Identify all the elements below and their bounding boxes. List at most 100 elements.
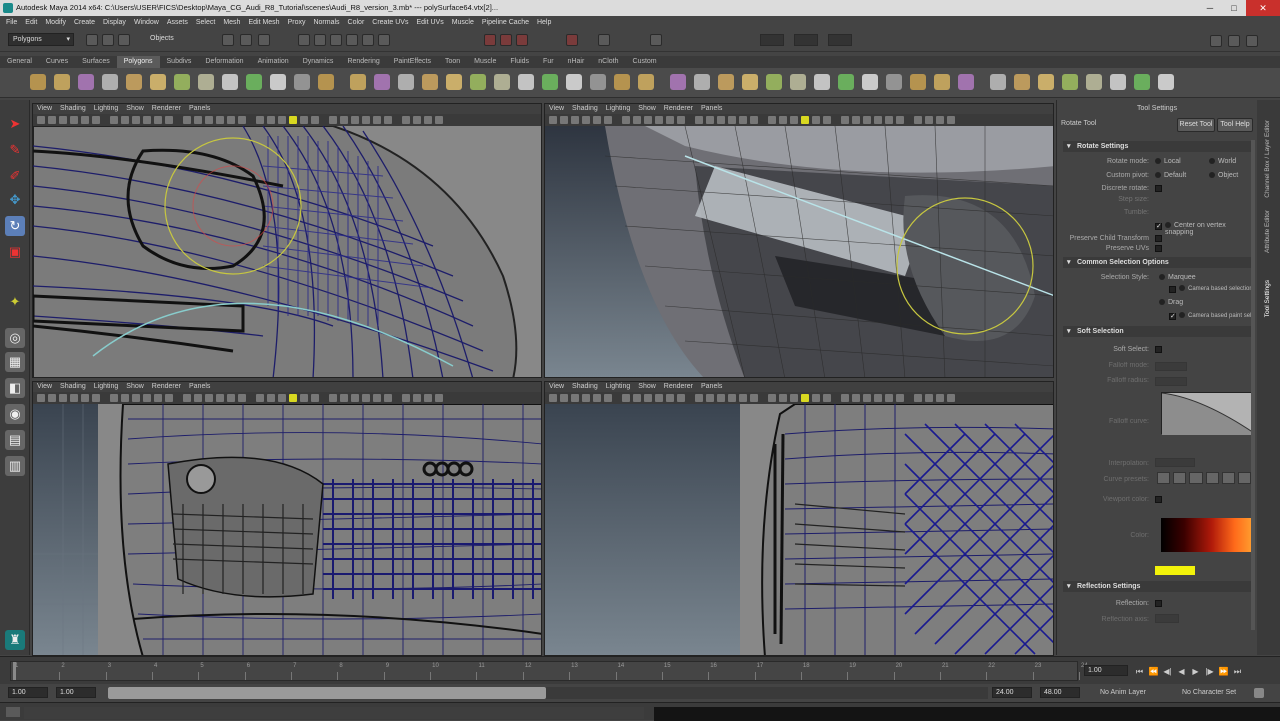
shelf-tool-icon[interactable]	[150, 74, 166, 90]
viewport-toolbar-icon[interactable]	[812, 394, 820, 402]
hypershade-icon[interactable]	[566, 34, 578, 46]
shelf-tab-general[interactable]: General	[0, 56, 39, 68]
shelf-tool-icon[interactable]	[1158, 74, 1174, 90]
viewport-toolbar-icon[interactable]	[267, 116, 275, 124]
shelf-tool-icon[interactable]	[294, 74, 310, 90]
viewport-toolbar-icon[interactable]	[560, 116, 568, 124]
viewport-toolbar-icon[interactable]	[373, 394, 381, 402]
select-object-icon[interactable]	[240, 34, 252, 46]
viewport-menu-shading[interactable]: Shading	[572, 382, 598, 392]
tool-help-button[interactable]: Tool Help	[1217, 118, 1253, 132]
viewport-toolbar-icon[interactable]	[311, 116, 319, 124]
menu-pipeline-cache[interactable]: Pipeline Cache	[482, 16, 529, 29]
menu-modify[interactable]: Modify	[45, 16, 66, 29]
shelf-tool-icon[interactable]	[814, 74, 830, 90]
shelf-tool-icon[interactable]	[1038, 74, 1054, 90]
viewport-toolbar-icon[interactable]	[413, 116, 421, 124]
viewport-menu-panels[interactable]: Panels	[189, 104, 210, 114]
shelf-tool-icon[interactable]	[246, 74, 262, 90]
shelf-tool-icon[interactable]	[934, 74, 950, 90]
viewport-toolbar-icon[interactable]	[59, 116, 67, 124]
shelf-tool-icon[interactable]	[566, 74, 582, 90]
viewport-toolbar-icon[interactable]	[604, 394, 612, 402]
menu-mesh[interactable]: Mesh	[223, 16, 240, 29]
shelf-tool-icon[interactable]	[222, 74, 238, 90]
viewport-bottom-left[interactable]: View Shading Lighting Show Renderer Pane…	[32, 381, 542, 656]
viewport-toolbar-icon[interactable]	[695, 394, 703, 402]
viewport-menu-view[interactable]: View	[549, 382, 564, 392]
shelf-tab-toon[interactable]: Toon	[438, 56, 467, 68]
viewport-toolbar-icon[interactable]	[925, 394, 933, 402]
viewport-toolbar-icon[interactable]	[81, 116, 89, 124]
layout-toggle-icon-1[interactable]	[1210, 35, 1222, 47]
viewport-toolbar-icon[interactable]	[841, 394, 849, 402]
viewport-menu-lighting[interactable]: Lighting	[94, 104, 119, 114]
camera-based-selection-checkbox[interactable]	[1169, 286, 1176, 293]
viewport-toolbar-icon[interactable]	[885, 394, 893, 402]
viewport-toolbar-icon[interactable]	[194, 394, 202, 402]
viewport-toolbar-icon[interactable]	[677, 394, 685, 402]
viewport-toolbar-icon[interactable]	[205, 394, 213, 402]
viewport-toolbar-icon[interactable]	[154, 116, 162, 124]
viewport-toolbar-icon[interactable]	[48, 394, 56, 402]
end-time-field[interactable]: 48.00	[1040, 687, 1080, 698]
render-settings-icon[interactable]	[516, 34, 528, 46]
viewport-toolbar-icon[interactable]	[768, 116, 776, 124]
shelf-tool-icon[interactable]	[1110, 74, 1126, 90]
viewport-toolbar-icon[interactable]	[717, 116, 725, 124]
viewport-toolbar-icon[interactable]	[373, 116, 381, 124]
viewport-toolbar-icon[interactable]	[435, 116, 443, 124]
preserve-child-checkbox[interactable]	[1155, 235, 1162, 242]
shelf-tool-icon[interactable]	[270, 74, 286, 90]
viewport-toolbar-icon[interactable]	[424, 116, 432, 124]
viewport-menu-shading[interactable]: Shading	[60, 382, 86, 392]
viewport-toolbar-icon[interactable]	[267, 394, 275, 402]
viewport-toolbar-icon[interactable]	[677, 116, 685, 124]
viewport-toolbar-icon[interactable]	[402, 394, 410, 402]
viewport-toolbar-icon[interactable]	[362, 394, 370, 402]
selection-style-drag[interactable]: Drag	[1159, 299, 1183, 306]
range-slider-handle[interactable]	[108, 687, 546, 699]
select-component-icon[interactable]	[258, 34, 270, 46]
play-forward-icon[interactable]: ▶	[1190, 666, 1201, 677]
range-slider-bar[interactable]	[108, 687, 988, 699]
new-scene-icon[interactable]	[86, 34, 98, 46]
selection-mask-label[interactable]: Objects	[150, 35, 174, 42]
viewport-toolbar-icon[interactable]	[121, 394, 129, 402]
viewport-toolbar-icon[interactable]	[70, 394, 78, 402]
shelf-tool-icon[interactable]	[910, 74, 926, 90]
viewport-toolbar-icon[interactable]	[165, 116, 173, 124]
custom-pivot-default[interactable]: Default	[1155, 172, 1186, 179]
shelf-tool-icon[interactable]	[694, 74, 710, 90]
viewport-toolbar-icon[interactable]	[384, 116, 392, 124]
manipulator-tool-icon[interactable]: ✦	[5, 292, 25, 312]
maya-layout-icon[interactable]: ♜	[5, 630, 25, 650]
viewport-toolbar-icon[interactable]	[549, 116, 557, 124]
shelf-tool-icon[interactable]	[1062, 74, 1078, 90]
persp-graph-icon[interactable]: ▤	[5, 430, 25, 450]
step-forward-icon[interactable]: ⏩	[1218, 666, 1229, 677]
attribute-editor-toggle-icon[interactable]	[650, 34, 662, 46]
viewport-toolbar-icon[interactable]	[311, 394, 319, 402]
select-hierarchy-icon[interactable]	[222, 34, 234, 46]
step-forward-frame-icon[interactable]: |▶	[1204, 666, 1215, 677]
viewport-menu-renderer[interactable]: Renderer	[664, 382, 693, 392]
viewport-toolbar-icon[interactable]	[183, 116, 191, 124]
viewport-toolbar-icon[interactable]	[823, 116, 831, 124]
scale-tool-icon[interactable]: ▣	[5, 242, 25, 262]
two-view-layout-icon[interactable]: ◧	[5, 378, 25, 398]
viewport-toolbar-icon[interactable]	[256, 116, 264, 124]
viewport-toolbar-icon[interactable]	[300, 116, 308, 124]
preserve-uvs-checkbox[interactable]	[1155, 245, 1162, 252]
viewport-toolbar-icon[interactable]	[750, 394, 758, 402]
time-slider[interactable]: 123456789101112131415161718192021222324 …	[0, 656, 1280, 684]
snap-curve-icon[interactable]	[314, 34, 326, 46]
shelf-tab-polygons[interactable]: Polygons	[116, 56, 160, 68]
viewport-toolbar-icon[interactable]	[560, 394, 568, 402]
viewport-toolbar-icon[interactable]	[238, 116, 246, 124]
viewport-toolbar-icon[interactable]	[340, 116, 348, 124]
shelf-tool-icon[interactable]	[742, 74, 758, 90]
shelf-tab-animation[interactable]: Animation	[251, 56, 296, 68]
shelf-tool-icon[interactable]	[126, 74, 142, 90]
menu-normals[interactable]: Normals	[313, 16, 339, 29]
